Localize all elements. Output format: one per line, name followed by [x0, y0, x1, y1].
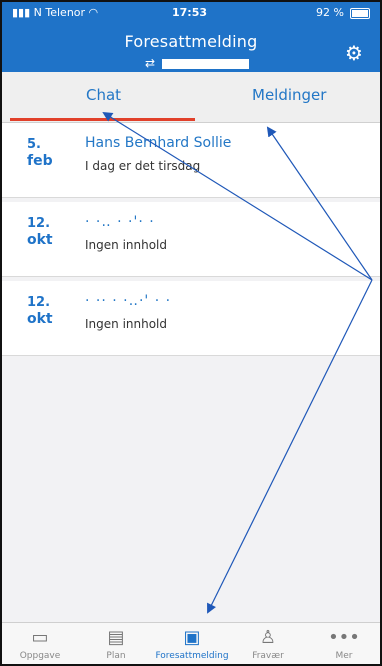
- status-bar: ▮▮▮ N Telenor ◠ 17:53 92 %: [2, 2, 380, 24]
- redacted-account: [162, 59, 249, 69]
- tab-chat[interactable]: Chat: [86, 86, 121, 104]
- plan-icon: ▤: [107, 627, 125, 648]
- battery-percent: 92 %: [316, 6, 344, 19]
- app-header: Foresattmelding ⇄ ⚙: [2, 24, 380, 72]
- absence-icon: ♙: [259, 627, 277, 648]
- message-date: 12. okt: [27, 216, 53, 248]
- bottom-tab-oppgave[interactable]: ▭ Oppgave: [2, 625, 78, 661]
- message-date: 12. okt: [27, 295, 53, 327]
- bottom-tab-plan[interactable]: ▤ Plan: [78, 625, 154, 661]
- message-date: 5. feb: [27, 137, 53, 169]
- tab-bar: Chat Meldinger: [2, 72, 380, 123]
- sender-name: Hans Bernhard Sollie: [85, 135, 232, 151]
- message-preview: I dag er det tirsdag: [85, 159, 201, 173]
- gear-icon[interactable]: ⚙: [343, 42, 365, 64]
- bottom-tab-mer[interactable]: ••• Mer: [306, 625, 380, 661]
- bottom-tab-bar: ▭ Oppgave ▤ Plan ▣ Foresattmelding ♙ Fra…: [2, 622, 380, 664]
- phone-screen: ▮▮▮ N Telenor ◠ 17:53 92 % Foresattmeldi…: [0, 0, 382, 666]
- message-list: 5. feb Hans Bernhard Sollie I dag er det…: [2, 123, 380, 360]
- message-preview: Ingen innhold: [85, 317, 168, 331]
- sender-name-redacted: · ·‥ · ·'· ·: [85, 214, 155, 230]
- carrier-label: ▮▮▮ N Telenor ◠: [12, 6, 99, 19]
- bottom-tab-fravaer[interactable]: ♙ Fravær: [230, 625, 306, 661]
- page-title: Foresattmelding: [124, 32, 258, 51]
- list-item[interactable]: 5. feb Hans Bernhard Sollie I dag er det…: [2, 123, 380, 198]
- list-item[interactable]: 12. okt · ·· · ·‥·' · · Ingen innhold: [2, 281, 380, 356]
- message-preview: Ingen innhold: [85, 238, 168, 252]
- chat-icon: ▣: [183, 627, 201, 648]
- list-item[interactable]: 12. okt · ·‥ · ·'· · Ingen innhold: [2, 202, 380, 277]
- sender-name-redacted: · ·· · ·‥·' · ·: [85, 293, 172, 309]
- clock: 17:53: [172, 6, 208, 19]
- more-icon: •••: [328, 627, 360, 648]
- active-tab-indicator: [10, 118, 195, 121]
- swap-arrows-icon[interactable]: ⇄: [145, 56, 155, 70]
- tab-meldinger[interactable]: Meldinger: [252, 86, 326, 104]
- task-icon: ▭: [31, 627, 49, 648]
- bottom-tab-foresattmelding[interactable]: ▣ Foresattmelding: [154, 625, 230, 661]
- battery-icon: [350, 8, 370, 19]
